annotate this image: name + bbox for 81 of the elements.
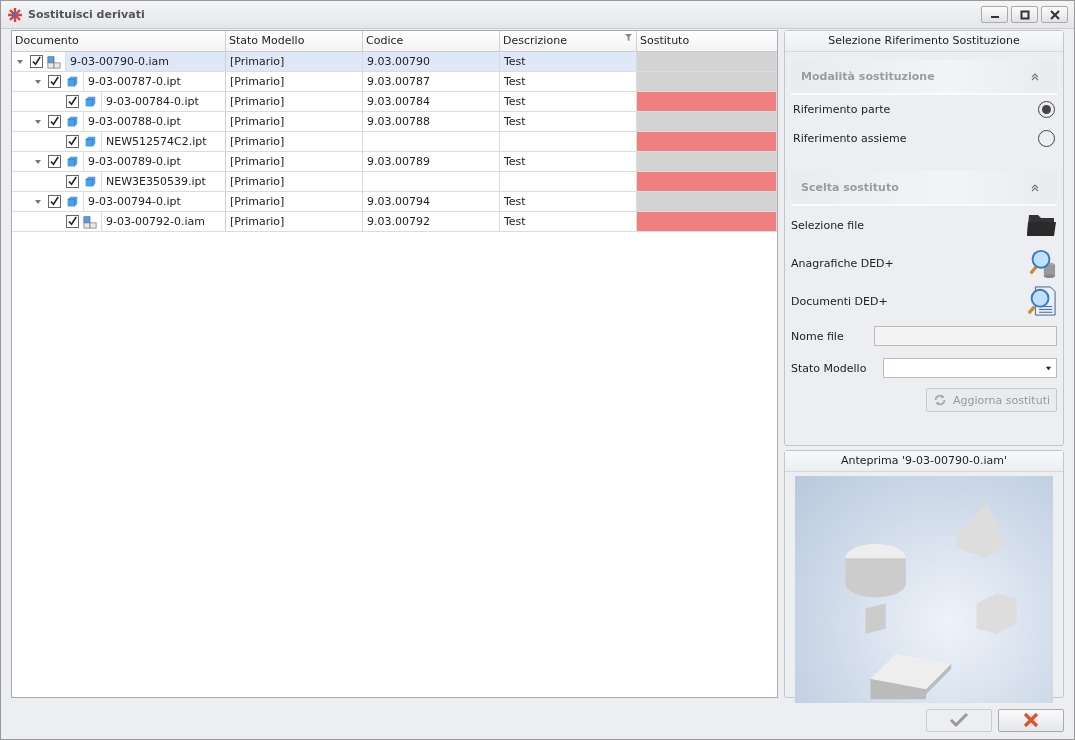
column-header[interactable]: Codice (363, 31, 500, 51)
minimize-button[interactable] (981, 6, 1008, 23)
collapse-chevron-icon[interactable] (1031, 183, 1039, 192)
field-label: Stato Modello (791, 361, 868, 375)
maximize-button[interactable] (1011, 6, 1038, 23)
table-cell: 9-03-00792-0.iam (101, 212, 226, 231)
collapse-chevron-icon[interactable] (1031, 72, 1039, 81)
refresh-icon (932, 393, 947, 407)
table-cell: [Primario] (226, 112, 363, 131)
expand-arrow-icon[interactable] (34, 117, 42, 126)
checkbox[interactable] (66, 215, 79, 228)
table-cell: 9-03-00787-0.ipt (83, 72, 226, 91)
expand-arrow-icon[interactable] (34, 197, 42, 206)
minimize-icon (990, 16, 999, 18)
radio-label: Riferimento parte (793, 103, 891, 116)
table-cell: 9.03.00788 (363, 112, 500, 131)
checkbox[interactable] (66, 95, 79, 108)
maximize-icon (1019, 9, 1030, 20)
table-cell: Test (500, 52, 637, 71)
table-cell: [Primario] (226, 192, 363, 211)
dropdown-field[interactable] (883, 358, 1057, 378)
table-cell: [Primario] (226, 172, 363, 191)
checkbox[interactable] (48, 195, 61, 208)
app-logo-icon (7, 6, 23, 23)
close-icon (1049, 9, 1060, 20)
table-cell: [Primario] (226, 72, 363, 91)
cube-icon (83, 174, 97, 189)
table-cell: [Primario] (226, 152, 363, 171)
table-cell: [Primario] (226, 132, 363, 151)
table-cell: 9.03.00790 (363, 52, 500, 71)
table-cell: 9.03.00794 (363, 192, 500, 211)
checkbox[interactable] (48, 75, 61, 88)
table-cell: NEW3E350539.ipt (101, 172, 226, 191)
cube-icon (65, 194, 79, 209)
search-document-icon[interactable] (1025, 286, 1057, 316)
expand-arrow-icon[interactable] (34, 157, 42, 166)
assembly-icon (47, 54, 61, 69)
table-cell: 9-03-00784-0.ipt (101, 92, 226, 111)
close-button[interactable] (1041, 6, 1068, 23)
column-header[interactable]: Sostituto (637, 31, 777, 51)
table-cell: 9-03-00790-0.iam (65, 52, 226, 71)
filter-icon[interactable] (625, 34, 632, 41)
checkbox[interactable] (66, 135, 79, 148)
checkmark-icon (949, 712, 969, 728)
cube-icon (65, 114, 79, 129)
field-label: Nome file (791, 329, 845, 343)
checkbox[interactable] (30, 55, 43, 68)
checkbox[interactable] (48, 155, 61, 168)
column-header[interactable]: Documento (12, 31, 226, 51)
table-cell: NEW512574C2.ipt (101, 132, 226, 151)
radio-label: Riferimento assieme (793, 132, 907, 145)
action-label: Anagrafiche DED+ (791, 256, 894, 270)
cube-icon (83, 94, 97, 109)
table-cell: [Primario] (226, 52, 363, 71)
column-header[interactable]: Stato Modello (226, 31, 363, 51)
action-label: Selezione file (791, 218, 865, 232)
cube-icon (83, 134, 97, 149)
checkbox[interactable] (48, 115, 61, 128)
expand-arrow-icon[interactable] (34, 77, 42, 86)
table-cell: [Primario] (226, 92, 363, 111)
table-cell: 9-03-00789-0.ipt (83, 152, 226, 171)
table-cell: 9-03-00794-0.ipt (83, 192, 226, 211)
column-header[interactable]: Descrizione (500, 31, 637, 51)
action-label: Documenti DED+ (791, 294, 888, 308)
checkbox[interactable] (66, 175, 79, 188)
window-title: Sostituisci derivati (28, 8, 145, 21)
table-cell: 9.03.00789 (363, 152, 500, 171)
caret-icon (1045, 365, 1052, 372)
table-cell: 9.03.00792 (363, 212, 500, 231)
preview-title: Anteprima '9-03-00790-0.iam' (785, 451, 1063, 472)
cube-icon (65, 154, 79, 169)
expand-arrow-icon[interactable] (16, 57, 24, 66)
table-cell: 9.03.00784 (363, 92, 500, 111)
panel-title: Selezione Riferimento Sostituzione (785, 31, 1063, 52)
table-cell: 9-03-00788-0.ipt (83, 112, 226, 131)
table-cell: 9.03.00787 (363, 72, 500, 91)
cancel-button[interactable] (998, 708, 1064, 732)
cube-icon (65, 74, 79, 89)
close-icon (1023, 712, 1039, 728)
table-cell: [Primario] (226, 212, 363, 231)
assembly-icon (83, 214, 97, 229)
